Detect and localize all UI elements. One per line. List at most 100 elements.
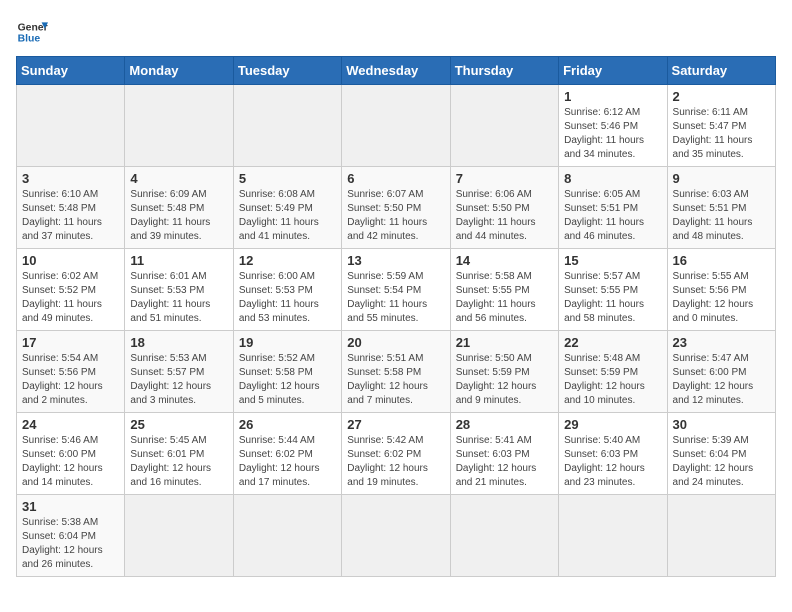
col-header-saturday: Saturday xyxy=(667,57,775,85)
day-number: 9 xyxy=(673,171,770,186)
day-info: Sunrise: 5:45 AMSunset: 6:01 PMDaylight:… xyxy=(130,434,227,490)
day-cell xyxy=(450,85,558,167)
day-info: Sunrise: 5:55 AMSunset: 5:56 PMDaylight:… xyxy=(673,270,770,326)
day-number: 15 xyxy=(564,253,661,268)
day-info: Sunrise: 6:08 AMSunset: 5:49 PMDaylight:… xyxy=(239,188,336,244)
day-number: 28 xyxy=(456,417,553,432)
day-cell xyxy=(125,85,233,167)
day-cell: 12 Sunrise: 6:00 AMSunset: 5:53 PMDayligh… xyxy=(233,249,341,331)
day-cell: 1 Sunrise: 6:12 AMSunset: 5:46 PMDaylight… xyxy=(559,85,667,167)
calendar-body: 1 Sunrise: 6:12 AMSunset: 5:46 PMDaylight… xyxy=(17,85,776,577)
day-number: 23 xyxy=(673,335,770,350)
day-cell: 15Sunrise: 5:57 AMSunset: 5:55 PMDayligh… xyxy=(559,249,667,331)
day-info: Sunrise: 6:12 AMSunset: 5:46 PMDaylight:… xyxy=(564,106,661,162)
day-cell: 4Sunrise: 6:09 AMSunset: 5:48 PMDaylight… xyxy=(125,167,233,249)
day-info: Sunrise: 5:47 AMSunset: 6:00 PMDaylight:… xyxy=(673,352,770,408)
day-cell xyxy=(17,85,125,167)
day-number: 12 xyxy=(239,253,336,268)
day-info: Sunrise: 5:48 AMSunset: 5:59 PMDaylight:… xyxy=(564,352,661,408)
week-row-5: 24 Sunrise: 5:46 AMSunset: 6:00 PMDayligh… xyxy=(17,413,776,495)
day-number: 29 xyxy=(564,417,661,432)
day-cell: 5Sunrise: 6:08 AMSunset: 5:49 PMDaylight… xyxy=(233,167,341,249)
day-info: Sunrise: 6:11 AMSunset: 5:47 PMDaylight:… xyxy=(673,106,770,162)
day-number: 1 xyxy=(564,89,661,104)
day-number: 22 xyxy=(564,335,661,350)
day-cell: 23 Sunrise: 5:47 AMSunset: 6:00 PMDayligh… xyxy=(667,331,775,413)
day-cell: 11Sunrise: 6:01 AMSunset: 5:53 PMDayligh… xyxy=(125,249,233,331)
day-info: Sunrise: 6:07 AMSunset: 5:50 PMDaylight:… xyxy=(347,188,444,244)
day-cell: 3Sunrise: 6:10 AMSunset: 5:48 PMDaylight… xyxy=(17,167,125,249)
day-cell: 17Sunrise: 5:54 AMSunset: 5:56 PMDayligh… xyxy=(17,331,125,413)
svg-text:Blue: Blue xyxy=(18,34,41,45)
col-header-thursday: Thursday xyxy=(450,57,558,85)
day-info: Sunrise: 5:50 AMSunset: 5:59 PMDaylight:… xyxy=(456,352,553,408)
day-info: Sunrise: 5:58 AMSunset: 5:55 PMDaylight:… xyxy=(456,270,553,326)
day-cell xyxy=(125,495,233,577)
day-cell: 24 Sunrise: 5:46 AMSunset: 6:00 PMDayligh… xyxy=(17,413,125,495)
day-number: 16 xyxy=(673,253,770,268)
week-row-1: 1 Sunrise: 6:12 AMSunset: 5:46 PMDaylight… xyxy=(17,85,776,167)
col-header-friday: Friday xyxy=(559,57,667,85)
day-cell: 25 Sunrise: 5:45 AMSunset: 6:01 PMDayligh… xyxy=(125,413,233,495)
day-cell: 2 Sunrise: 6:11 AMSunset: 5:47 PMDaylight… xyxy=(667,85,775,167)
col-header-sunday: Sunday xyxy=(17,57,125,85)
day-number: 7 xyxy=(456,171,553,186)
calendar-header-row: SundayMondayTuesdayWednesdayThursdayFrid… xyxy=(17,57,776,85)
day-info: Sunrise: 5:38 AMSunset: 6:04 PMDaylight:… xyxy=(22,516,119,572)
day-cell: 14 Sunrise: 5:58 AMSunset: 5:55 PMDayligh… xyxy=(450,249,558,331)
day-cell: 16 Sunrise: 5:55 AMSunset: 5:56 PMDayligh… xyxy=(667,249,775,331)
day-number: 19 xyxy=(239,335,336,350)
day-cell: 10Sunrise: 6:02 AMSunset: 5:52 PMDayligh… xyxy=(17,249,125,331)
day-number: 21 xyxy=(456,335,553,350)
day-number: 31 xyxy=(22,499,119,514)
day-info: Sunrise: 5:52 AMSunset: 5:58 PMDaylight:… xyxy=(239,352,336,408)
day-number: 8 xyxy=(564,171,661,186)
day-cell xyxy=(667,495,775,577)
day-cell: 27 Sunrise: 5:42 AMSunset: 6:02 PMDayligh… xyxy=(342,413,450,495)
col-header-tuesday: Tuesday xyxy=(233,57,341,85)
day-info: Sunrise: 6:09 AMSunset: 5:48 PMDaylight:… xyxy=(130,188,227,244)
day-info: Sunrise: 5:51 AMSunset: 5:58 PMDaylight:… xyxy=(347,352,444,408)
day-info: Sunrise: 5:46 AMSunset: 6:00 PMDaylight:… xyxy=(22,434,119,490)
day-cell: 21 Sunrise: 5:50 AMSunset: 5:59 PMDayligh… xyxy=(450,331,558,413)
day-number: 20 xyxy=(347,335,444,350)
day-number: 3 xyxy=(22,171,119,186)
day-info: Sunrise: 6:03 AMSunset: 5:51 PMDaylight:… xyxy=(673,188,770,244)
day-info: Sunrise: 6:05 AMSunset: 5:51 PMDaylight:… xyxy=(564,188,661,244)
day-number: 24 xyxy=(22,417,119,432)
day-cell xyxy=(342,85,450,167)
day-info: Sunrise: 6:00 AMSunset: 5:53 PMDaylight:… xyxy=(239,270,336,326)
day-info: Sunrise: 5:42 AMSunset: 6:02 PMDaylight:… xyxy=(347,434,444,490)
day-info: Sunrise: 5:40 AMSunset: 6:03 PMDaylight:… xyxy=(564,434,661,490)
day-cell: 30 Sunrise: 5:39 AMSunset: 6:04 PMDayligh… xyxy=(667,413,775,495)
day-cell: 29 Sunrise: 5:40 AMSunset: 6:03 PMDayligh… xyxy=(559,413,667,495)
day-info: Sunrise: 5:53 AMSunset: 5:57 PMDaylight:… xyxy=(130,352,227,408)
day-cell: 31 Sunrise: 5:38 AMSunset: 6:04 PMDayligh… xyxy=(17,495,125,577)
day-info: Sunrise: 5:59 AMSunset: 5:54 PMDaylight:… xyxy=(347,270,444,326)
day-info: Sunrise: 6:06 AMSunset: 5:50 PMDaylight:… xyxy=(456,188,553,244)
day-cell: 13 Sunrise: 5:59 AMSunset: 5:54 PMDayligh… xyxy=(342,249,450,331)
day-number: 11 xyxy=(130,253,227,268)
day-cell: 9 Sunrise: 6:03 AMSunset: 5:51 PMDaylight… xyxy=(667,167,775,249)
col-header-wednesday: Wednesday xyxy=(342,57,450,85)
week-row-3: 10Sunrise: 6:02 AMSunset: 5:52 PMDayligh… xyxy=(17,249,776,331)
day-cell: 26 Sunrise: 5:44 AMSunset: 6:02 PMDayligh… xyxy=(233,413,341,495)
col-header-monday: Monday xyxy=(125,57,233,85)
day-number: 17 xyxy=(22,335,119,350)
day-number: 27 xyxy=(347,417,444,432)
calendar-table: SundayMondayTuesdayWednesdayThursdayFrid… xyxy=(16,56,776,577)
day-number: 26 xyxy=(239,417,336,432)
day-number: 2 xyxy=(673,89,770,104)
day-number: 14 xyxy=(456,253,553,268)
day-info: Sunrise: 5:39 AMSunset: 6:04 PMDaylight:… xyxy=(673,434,770,490)
day-cell xyxy=(559,495,667,577)
day-info: Sunrise: 5:44 AMSunset: 6:02 PMDaylight:… xyxy=(239,434,336,490)
week-row-4: 17Sunrise: 5:54 AMSunset: 5:56 PMDayligh… xyxy=(17,331,776,413)
day-number: 30 xyxy=(673,417,770,432)
day-number: 13 xyxy=(347,253,444,268)
day-number: 18 xyxy=(130,335,227,350)
day-cell: 28 Sunrise: 5:41 AMSunset: 6:03 PMDayligh… xyxy=(450,413,558,495)
day-info: Sunrise: 5:41 AMSunset: 6:03 PMDaylight:… xyxy=(456,434,553,490)
day-number: 6 xyxy=(347,171,444,186)
day-number: 25 xyxy=(130,417,227,432)
